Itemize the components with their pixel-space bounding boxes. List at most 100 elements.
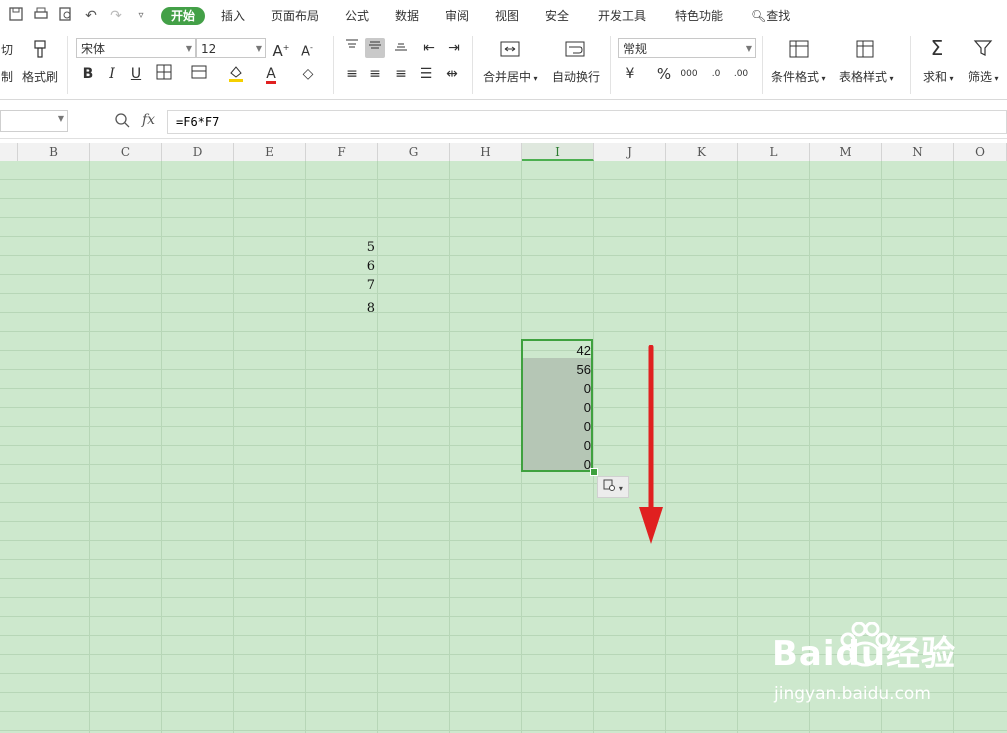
align-bottom-icon[interactable]: [391, 38, 411, 58]
conditional-format-label: 条件格式: [771, 70, 820, 84]
column-header[interactable]: K: [666, 143, 738, 161]
percent-button[interactable]: %: [654, 64, 674, 84]
format-painter-label[interactable]: 格式刷: [22, 68, 58, 85]
column-header[interactable]: N: [882, 143, 954, 161]
column-header[interactable]: F: [306, 143, 378, 161]
align-left-icon[interactable]: ≡: [342, 64, 362, 84]
format-painter-icon[interactable]: [30, 40, 50, 60]
table-style-icon[interactable]: [856, 40, 876, 60]
conditional-format-icon[interactable]: [789, 40, 809, 60]
sum-button[interactable]: 求和 ▾: [923, 68, 954, 85]
save-icon[interactable]: [7, 7, 25, 25]
increase-decimal-button[interactable]: .0: [706, 64, 726, 84]
increase-indent-icon[interactable]: ⇥: [444, 38, 464, 58]
function-wizard-button[interactable]: fx: [142, 112, 155, 128]
fill-options-icon: [603, 479, 619, 494]
cell-f[interactable]: 7: [306, 276, 375, 295]
column-header[interactable]: M: [810, 143, 882, 161]
tab-view[interactable]: 视图: [495, 8, 519, 24]
ribbon-divider: [472, 36, 473, 94]
decrease-indent-icon[interactable]: ⇤: [419, 38, 439, 58]
column-header[interactable]: C: [90, 143, 162, 161]
bold-button[interactable]: B: [78, 64, 98, 84]
font-name-select[interactable]: 宋体 ▼: [76, 38, 196, 58]
borders-icon[interactable]: [154, 64, 174, 84]
column-header[interactable]: H: [450, 143, 522, 161]
name-box[interactable]: ▼: [0, 110, 68, 132]
column-header[interactable]: D: [162, 143, 234, 161]
formula-input[interactable]: =F6*F7: [167, 110, 1007, 134]
cell-f[interactable]: 6: [306, 257, 375, 276]
print-preview-icon[interactable]: [57, 7, 75, 25]
tab-home[interactable]: 开始: [161, 7, 206, 25]
conditional-format-button[interactable]: 条件格式 ▾: [771, 68, 826, 85]
tab-security[interactable]: 安全: [545, 8, 569, 24]
tab-formulas[interactable]: 公式: [345, 8, 369, 24]
wrap-text-icon[interactable]: [565, 40, 585, 60]
chevron-down-icon: ▼: [255, 44, 262, 53]
align-center-icon[interactable]: ≡: [365, 64, 385, 84]
cell-f[interactable]: 8: [306, 299, 375, 318]
filter-button[interactable]: 筛选 ▾: [968, 68, 999, 85]
auto-fill-options-button[interactable]: ▾: [597, 476, 629, 498]
underline-button[interactable]: U: [126, 64, 146, 84]
column-header[interactable]: J: [594, 143, 666, 161]
search-icon: 🔍︎: [751, 9, 767, 23]
column-header[interactable]: G: [378, 143, 450, 161]
fill-handle[interactable]: [590, 468, 598, 476]
increase-font-icon[interactable]: A+: [271, 38, 291, 60]
search-button[interactable]: 🔍︎查找: [751, 8, 790, 24]
cell-f[interactable]: 5: [306, 238, 375, 257]
tab-page-layout[interactable]: 页面布局: [271, 8, 319, 24]
column-header[interactable]: O: [954, 143, 1007, 161]
table-style-button[interactable]: 表格样式 ▾: [839, 68, 894, 85]
ribbon-divider: [610, 36, 611, 94]
formula-bar: ▼ fx =F6*F7: [0, 106, 1007, 139]
redo-icon[interactable]: ↷: [107, 7, 125, 25]
tab-insert[interactable]: 插入: [221, 8, 245, 24]
tab-review[interactable]: 审阅: [445, 8, 469, 24]
currency-icon[interactable]: ¥: [620, 64, 640, 84]
decrease-font-icon[interactable]: A-: [297, 38, 317, 59]
tab-developer[interactable]: 开发工具: [598, 8, 646, 24]
filter-icon[interactable]: [973, 38, 993, 58]
font-size-select[interactable]: 12 ▼: [196, 38, 266, 58]
align-middle-icon[interactable]: [365, 38, 385, 58]
customize-dropdown-icon[interactable]: ▿: [132, 7, 150, 25]
row-header-corner[interactable]: [0, 143, 18, 161]
wrap-text-label[interactable]: 自动换行: [552, 68, 600, 85]
sum-icon[interactable]: Σ: [927, 38, 947, 58]
eraser-icon[interactable]: ◇: [298, 64, 318, 84]
zoom-search-icon[interactable]: [114, 112, 130, 132]
distributed-align-icon[interactable]: ⇹: [442, 64, 462, 84]
merge-center-button[interactable]: 合并居中 ▾: [483, 68, 538, 85]
column-header-active[interactable]: I: [522, 143, 594, 161]
number-format-value: 常规: [623, 42, 648, 56]
thousands-separator-button[interactable]: 000: [679, 64, 699, 84]
number-format-select[interactable]: 常规 ▼: [618, 38, 756, 58]
font-color-icon[interactable]: A: [261, 64, 281, 84]
merge-center-icon[interactable]: [500, 40, 520, 60]
column-header[interactable]: E: [234, 143, 306, 161]
cut-button[interactable]: 切: [1, 41, 13, 58]
align-top-icon[interactable]: [342, 38, 362, 58]
column-header[interactable]: L: [738, 143, 810, 161]
tab-data[interactable]: 数据: [395, 8, 419, 24]
fill-color-icon[interactable]: [226, 64, 246, 84]
ribbon-divider: [762, 36, 763, 94]
decrease-decimal-button[interactable]: .00: [731, 64, 751, 84]
print-icon[interactable]: [32, 7, 50, 25]
column-header[interactable]: B: [18, 143, 90, 161]
filter-label: 筛选: [968, 70, 993, 84]
copy-button[interactable]: 制: [1, 68, 13, 85]
font-name-value: 宋体: [81, 42, 106, 56]
chevron-down-icon: ▼: [745, 44, 752, 53]
undo-icon[interactable]: ↶: [82, 7, 100, 25]
watermark-url: jingyan.baidu.com: [774, 684, 931, 704]
justify-icon[interactable]: ☰: [416, 64, 436, 84]
sum-label: 求和: [923, 70, 948, 84]
tab-special-features[interactable]: 特色功能: [675, 8, 723, 24]
align-right-icon[interactable]: ≡: [391, 64, 411, 84]
italic-button[interactable]: I: [102, 64, 122, 84]
cell-style-icon[interactable]: [189, 64, 209, 84]
